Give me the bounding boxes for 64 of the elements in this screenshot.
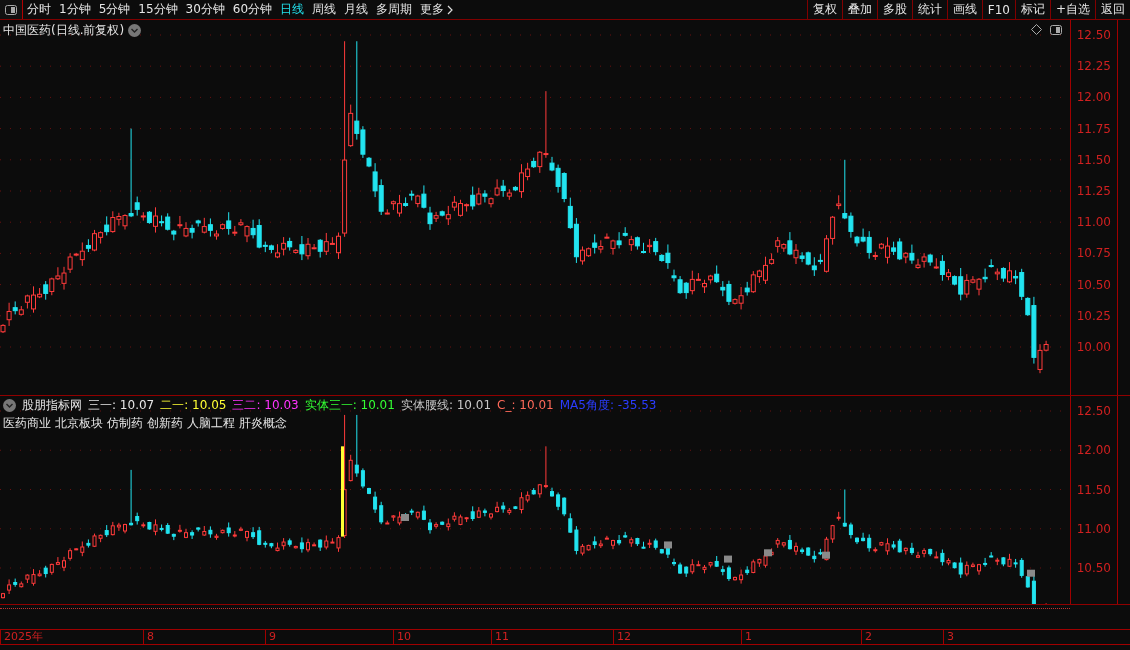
period-tab[interactable]: 多周期	[372, 1, 417, 18]
indicator-name: 股朋指标网	[22, 397, 82, 413]
date-axis-label: 2	[861, 630, 872, 644]
price-axis-label: 10.50	[1076, 277, 1111, 292]
price-axis-label: 11.50	[1076, 152, 1111, 167]
price-axis-label: 10.75	[1076, 246, 1111, 261]
marker-block	[724, 555, 732, 563]
chevron-down-icon[interactable]	[3, 398, 16, 412]
concept-tag: 仿制药	[107, 415, 143, 431]
date-axis-label: 12	[613, 630, 631, 644]
concept-tag: 人脑工程	[187, 415, 235, 431]
period-tab[interactable]: 5分钟	[94, 1, 135, 18]
indicator-readout: 二一: 10.05	[160, 397, 227, 413]
price-axis-label: 11.75	[1076, 121, 1111, 136]
marker-block	[664, 541, 672, 549]
panel-toggle-button[interactable]	[0, 0, 23, 19]
period-tab[interactable]: 日线	[276, 1, 309, 18]
diamond-icon[interactable]	[1031, 24, 1042, 35]
price-axis-label: 11.00	[1076, 215, 1111, 230]
period-tab[interactable]: 15分钟	[134, 1, 182, 18]
price-axis-label: 12.00	[1076, 90, 1111, 105]
price-axis-label: 12.50	[1076, 28, 1111, 42]
price-axis-label: 12.50	[1076, 404, 1111, 418]
date-axis-label: 10	[393, 630, 411, 644]
indicator-readout: 三二: 10.03	[232, 397, 299, 413]
indicator-readout: MA5角度: -35.53	[559, 397, 657, 413]
chevron-right-icon	[447, 4, 454, 15]
chart-title: 中国医药(日线.前复权)	[3, 22, 125, 39]
concept-tag: 北京板块	[55, 415, 103, 431]
date-axis-label: 1	[741, 630, 752, 644]
concept-tag: 创新药	[147, 415, 183, 431]
price-axis-label: 11.00	[1076, 521, 1111, 536]
period-tab[interactable]: 月线	[340, 1, 373, 18]
period-tab[interactable]: 30分钟	[181, 1, 229, 18]
price-axis-label: 12.25	[1076, 59, 1111, 74]
period-tab[interactable]: 分时	[23, 1, 55, 18]
indicator-readout: C_: 10.01	[497, 397, 554, 413]
date-axis-label: 11	[491, 630, 509, 644]
price-axis-label: 10.00	[1076, 340, 1111, 354]
indicator-readout: 实体三一: 10.01	[304, 397, 395, 413]
marker-block	[764, 549, 772, 557]
date-axis-label: 2025年	[0, 630, 43, 644]
date-axis-label: 8	[143, 630, 154, 644]
price-axis-label: 10.50	[1076, 561, 1111, 575]
price-axis-label: 10.25	[1076, 308, 1111, 323]
marker-block	[1027, 569, 1035, 577]
panel-icon[interactable]	[1050, 24, 1062, 35]
period-tab[interactable]: 1分钟	[55, 1, 95, 18]
price-axis-label: 12.00	[1076, 443, 1111, 458]
indicator-readout: 实体腰线: 10.01	[400, 397, 492, 413]
chevron-down-icon[interactable]	[128, 24, 142, 37]
more-button[interactable]: 更多	[416, 1, 458, 18]
marker-block	[822, 551, 830, 559]
indicator-readout: 三一: 10.07	[88, 397, 155, 413]
concept-tag: 医药商业	[3, 415, 51, 431]
concept-tag: 肝炎概念	[239, 415, 287, 431]
price-axis-label: 11.50	[1076, 482, 1111, 497]
date-axis-label: 3	[943, 630, 954, 644]
period-tab[interactable]: 周线	[308, 1, 341, 18]
period-tab[interactable]: 60分钟	[228, 1, 277, 18]
marker-block	[401, 514, 409, 521]
price-axis-label: 11.25	[1076, 184, 1111, 198]
panel-icon	[5, 4, 17, 15]
date-axis-label: 9	[265, 630, 276, 644]
